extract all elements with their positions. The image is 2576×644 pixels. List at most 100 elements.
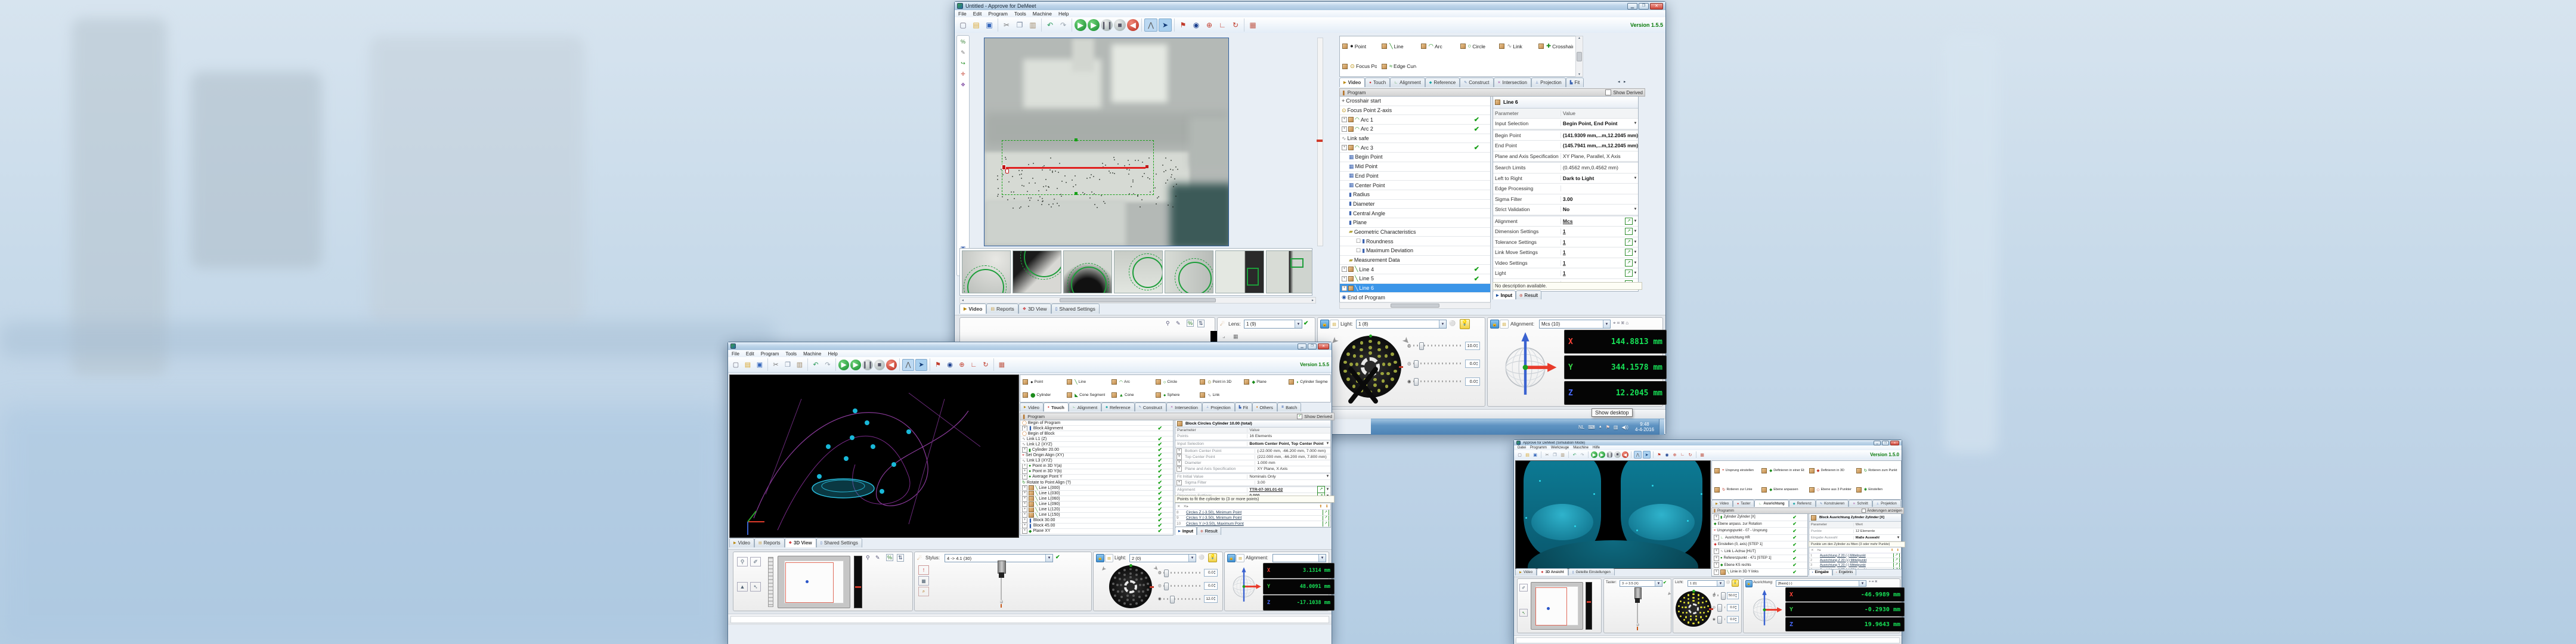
- tree-item-ebene-ks-rechts[interactable]: +◆Ebene KS rechts✔: [1712, 562, 1807, 569]
- new-icon[interactable]: ▢: [730, 360, 741, 370]
- expander-icon[interactable]: +: [1022, 464, 1027, 469]
- tree-item-link-l3-xyz-[interactable]: ∿Link L3 (XYZ)✔: [1020, 459, 1173, 464]
- property-row-sigma-filter[interactable]: Sigma Filter3.00: [1493, 194, 1638, 205]
- alignment-page-icon[interactable]: ▤: [1500, 320, 1509, 329]
- tab-reports[interactable]: ▤Reports: [754, 538, 785, 547]
- remove-all-icon[interactable]: ✕▸: [1183, 504, 1188, 509]
- cut-icon[interactable]: ✂: [1544, 451, 1550, 458]
- palette-tool-link[interactable]: ∿Link: [1497, 43, 1536, 49]
- slider-value[interactable]: 0.0▲▼: [1204, 582, 1218, 590]
- tree-item-focus-point-z-axis[interactable]: ⊙Focus Point Z-axis: [1340, 106, 1490, 116]
- tray-flag-icon[interactable]: ⚑: [1606, 425, 1610, 430]
- level-icon[interactable]: ∟: [1216, 19, 1228, 31]
- palette-tool-sphere[interactable]: ●Sphere: [1153, 392, 1197, 398]
- target-icon[interactable]: ◉: [1190, 19, 1202, 31]
- measurement-thumbnail[interactable]: [1114, 250, 1163, 293]
- expander-icon[interactable]: +: [1342, 267, 1347, 272]
- dropdown-arrow-icon[interactable]: ▼: [1633, 250, 1638, 254]
- tab-eingabe[interactable]: ▶Eingabe: [1809, 569, 1832, 575]
- expander-icon[interactable]: +: [1022, 529, 1027, 534]
- show-derived-checkbox[interactable]: [1605, 89, 1611, 95]
- light-page-icon[interactable]: ▤: [1105, 554, 1113, 562]
- tree-item-link-l1-z-[interactable]: ∿Link L1 (Z)✔: [1020, 436, 1173, 442]
- palette-scrollbar[interactable]: ▲▼: [1575, 36, 1583, 77]
- percent-icon[interactable]: %: [1187, 320, 1194, 327]
- tab-geteilte-einstellungen[interactable]: ▯Geteilte Einstellungen: [1568, 568, 1615, 575]
- property-row-link-move-settings[interactable]: Link Move Settings1↗▼: [1493, 247, 1638, 258]
- light-on-icon[interactable]: 💡: [1460, 319, 1470, 329]
- tree-item-arc-3[interactable]: +◠Arc 3✔: [1340, 143, 1490, 153]
- dropdown-arrow-icon[interactable]: ▼: [1633, 240, 1638, 244]
- tree-item-crosshair-start[interactable]: +Crosshair start: [1340, 97, 1490, 106]
- palette-tool-line[interactable]: ╲Line: [1064, 379, 1109, 385]
- spinner-icon[interactable]: ▲▼: [1213, 596, 1216, 601]
- apply-settings-icon[interactable]: ↗: [1625, 270, 1633, 277]
- dropdown-arrow-icon[interactable]: ▼: [1633, 219, 1638, 223]
- paste-icon[interactable]: ▥: [1559, 451, 1566, 458]
- tab-batch[interactable]: ≣Batch: [1277, 402, 1301, 411]
- roi-handle[interactable]: [1075, 138, 1078, 141]
- palette-tool-fit-plane[interactable]: ◆Ebene anpassen: [1759, 487, 1806, 493]
- spinner-icon[interactable]: ▲▼: [1476, 343, 1478, 348]
- dropdown-arrow-icon[interactable]: ▼: [1633, 230, 1638, 233]
- menu-item-werkzeuge[interactable]: Werkzeuge: [1551, 446, 1569, 450]
- new-icon[interactable]: ▢: [957, 19, 969, 31]
- spinner-icon[interactable]: ▲▼: [1213, 570, 1216, 575]
- abort-icon[interactable]: ◀: [1127, 19, 1139, 31]
- expander-icon[interactable]: +: [1022, 524, 1027, 529]
- abort-icon[interactable]: ◀: [886, 360, 897, 370]
- dropdown-arrow-icon[interactable]: ▼: [1633, 208, 1638, 211]
- apply-settings-icon[interactable]: ↗: [1625, 249, 1633, 256]
- property-row-video-settings[interactable]: Video Settings1↗▼: [1493, 258, 1638, 269]
- alignment-lock-icon[interactable]: 🔒: [1227, 554, 1236, 562]
- tab-fit[interactable]: ▙Fit: [1235, 402, 1252, 411]
- menu-item-help[interactable]: Help: [828, 351, 837, 357]
- tree-item-ebene-anpass-zur-rotation[interactable]: ◆Ebene anpass. zur Rotation✔: [1712, 521, 1807, 528]
- apply-settings-icon[interactable]: ↗: [1625, 218, 1633, 225]
- palette-icon[interactable]: ❖: [958, 80, 968, 89]
- level-icon[interactable]: ∟: [1679, 451, 1686, 458]
- property-row-sigma-filter[interactable]: +Sigma Filter3.00: [1175, 480, 1330, 486]
- close-button[interactable]: ✕: [1890, 441, 1899, 445]
- tab-referenz[interactable]: ◆Referenz: [1789, 500, 1816, 507]
- tree-item-line-l-120-[interactable]: +╲Line L(120)✔: [1020, 507, 1173, 513]
- tree-item-line-4[interactable]: +╲Line 4✔: [1340, 265, 1490, 274]
- tab-taster[interactable]: ●Taster: [1733, 500, 1754, 507]
- measure-toggle-icon[interactable]: ⋀: [1634, 451, 1642, 459]
- palette-tool-focus-point[interactable]: ⊙Focus Point: [1340, 63, 1379, 70]
- redo-icon[interactable]: ↷: [822, 360, 833, 370]
- run-icon[interactable]: ▶: [1075, 19, 1086, 31]
- expander-icon[interactable]: +: [1022, 426, 1027, 431]
- palette-tool-arc[interactable]: ◠Arc: [1109, 379, 1153, 385]
- tree-item-begin-point[interactable]: ▦Begin Point: [1340, 153, 1490, 162]
- tree-item-line-6[interactable]: +╲Line 6: [1340, 284, 1490, 293]
- tab-shared-settings[interactable]: ▯Shared Settings: [1051, 304, 1100, 314]
- slider-thumb[interactable]: [1717, 604, 1722, 612]
- remove-point-icon[interactable]: ✕: [1177, 504, 1180, 509]
- target-icon[interactable]: ◉: [945, 360, 955, 370]
- light-on-icon[interactable]: 💡: [1732, 580, 1739, 587]
- tab-ergebnis[interactable]: ◍Ergebnis: [1832, 569, 1856, 575]
- rotate-icon[interactable]: ↻: [980, 360, 991, 370]
- run-icon[interactable]: ▶: [838, 360, 849, 370]
- tree-hscrollbar[interactable]: [1339, 302, 1491, 309]
- fit-point-apply-icon[interactable]: ↗: [1893, 563, 1900, 568]
- alignment-lock-icon[interactable]: 🔒: [1490, 320, 1499, 329]
- tree-item-begin-of-block[interactable]: ◯Begin of Block: [1020, 431, 1173, 436]
- palette-tool-point[interactable]: ●Point: [1020, 379, 1064, 385]
- tab-video[interactable]: ▶Video: [1515, 568, 1537, 575]
- expander-icon[interactable]: +: [1714, 515, 1719, 520]
- tree-item-measurement-data[interactable]: ▰Measurement Data: [1340, 256, 1490, 265]
- fit-point-link[interactable]: Circles Y (+3.50), Maximum Point: [1186, 522, 1323, 526]
- tab-alignment[interactable]: ∟Alignment: [1069, 402, 1101, 411]
- property-row-search-limits[interactable]: Search Limits(0.4562 mm,0.4562 mm): [1493, 162, 1638, 174]
- fit-point-link[interactable]: Circles Z (-3.50), Minimum Point: [1186, 510, 1323, 515]
- show-changes-checkbox[interactable]: [1862, 509, 1866, 513]
- light-on-icon[interactable]: 💡: [1208, 553, 1217, 562]
- tree-item-end-point[interactable]: ▦End Point: [1340, 172, 1490, 181]
- light-lock-icon[interactable]: 🔒: [1320, 320, 1329, 329]
- run-selected-icon[interactable]: ▶: [1599, 451, 1605, 458]
- property-row-input-selection[interactable]: Input SelectionBottom Center Point, Top …: [1175, 440, 1330, 447]
- tree-item-point-in-3d-y-a-[interactable]: +●Point in 3D Y(a)✔: [1020, 464, 1173, 469]
- property-row-end-point[interactable]: End Point(145.7941 mm,...m,12.2045 mm): [1493, 141, 1638, 151]
